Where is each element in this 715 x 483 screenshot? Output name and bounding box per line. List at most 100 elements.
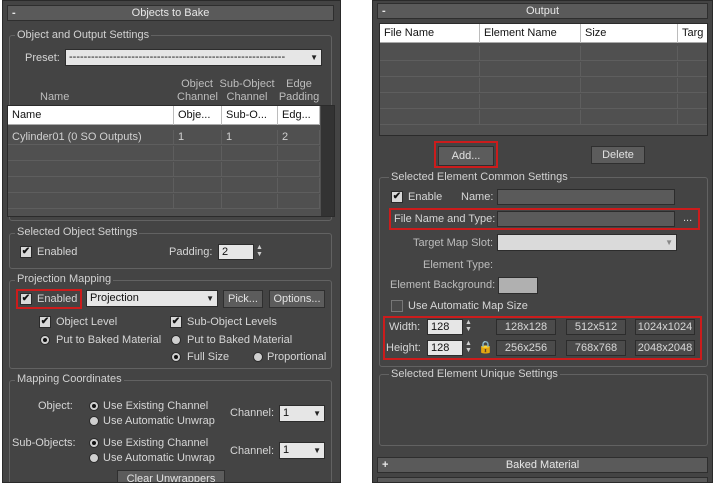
- header-file-name[interactable]: File Name: [380, 24, 480, 43]
- objects-list-header: Name Obje... Sub-O... Edg...: [8, 106, 320, 125]
- highlight-box: [434, 141, 498, 168]
- header-sub-object-channel[interactable]: Sub-O...: [222, 106, 278, 125]
- proportional-label: Proportional: [267, 351, 327, 363]
- header-name[interactable]: Name: [8, 106, 174, 125]
- element-type-label: Element Type:: [423, 259, 494, 271]
- cell-name: Cylinder01 (0 SO Outputs): [8, 130, 174, 145]
- padding-label: Padding:: [169, 246, 213, 258]
- sub-object-levels-label: Sub-Object Levels: [187, 316, 277, 328]
- target-map-slot-dropdown[interactable]: ▼: [497, 234, 677, 251]
- group-title: Selected Object Settings: [15, 226, 140, 238]
- use-existing-radio-2[interactable]: [89, 438, 99, 448]
- col-header-name: Name: [40, 91, 70, 103]
- group-title: Object and Output Settings: [15, 29, 152, 41]
- expand-icon[interactable]: +: [382, 458, 388, 472]
- collapse-icon[interactable]: -: [12, 6, 16, 20]
- output-panel: - Output File Name Element Name Size Tar…: [372, 0, 713, 483]
- enabled-checkbox[interactable]: ✔: [20, 246, 32, 258]
- sub-object-levels-checkbox[interactable]: ✔: [170, 316, 182, 328]
- highlight-box: [389, 208, 700, 230]
- clear-unwrappers-button[interactable]: Clear Unwrappers: [117, 470, 225, 482]
- use-auto-unwrap-radio-2[interactable]: [89, 453, 99, 463]
- table-row[interactable]: Cylinder01 (0 SO Outputs) 1 1 2: [8, 130, 320, 145]
- object-channel-dropdown[interactable]: 1 ▼: [279, 405, 325, 422]
- use-existing-label: Use Existing Channel: [103, 400, 209, 412]
- object-level-label: Object Level: [56, 316, 118, 328]
- header-object-channel[interactable]: Obje...: [174, 106, 222, 125]
- collapse-icon[interactable]: -: [382, 4, 386, 18]
- col-header-sub-object-channel: Sub-Object Channel: [219, 78, 275, 103]
- projection-value: Projection: [90, 292, 139, 304]
- use-auto-unwrap-radio[interactable]: [89, 416, 99, 426]
- spinner-arrows-icon[interactable]: ▲ ▼: [255, 244, 264, 260]
- table-row[interactable]: [8, 194, 320, 209]
- channel-value: 1: [283, 407, 290, 419]
- put-to-baked-label-2: Put to Baked Material: [187, 334, 293, 346]
- channel-label-2: Channel:: [230, 445, 275, 457]
- table-row[interactable]: [380, 110, 707, 125]
- baked-material-header[interactable]: + Baked Material: [377, 457, 708, 473]
- table-row[interactable]: [380, 78, 707, 93]
- pick-button[interactable]: Pick...: [223, 290, 263, 308]
- enable-checkbox[interactable]: ✔: [391, 191, 403, 203]
- auto-map-size-label: Use Automatic Map Size: [408, 300, 528, 312]
- options-button[interactable]: Options...: [269, 290, 325, 308]
- object-label: Object:: [38, 400, 73, 412]
- full-size-radio[interactable]: [171, 352, 181, 362]
- header-target[interactable]: Targ: [678, 24, 707, 43]
- name-field[interactable]: [497, 189, 675, 205]
- table-row[interactable]: [8, 146, 320, 161]
- header-element-name[interactable]: Element Name: [480, 24, 581, 43]
- group-title: Selected Element Unique Settings: [389, 368, 560, 380]
- use-existing-radio[interactable]: [89, 401, 99, 411]
- use-existing-label-2: Use Existing Channel: [103, 437, 209, 449]
- preset-value: ----------------------------------------…: [69, 51, 286, 63]
- table-row[interactable]: [380, 62, 707, 77]
- next-rollout-header[interactable]: [377, 477, 708, 482]
- channel-label: Channel:: [230, 407, 275, 419]
- background-color-swatch[interactable]: [498, 277, 538, 294]
- rollout-title: Baked Material: [505, 459, 580, 471]
- objects-list-scrollbar[interactable]: [321, 106, 334, 216]
- sub-object-channel-dropdown[interactable]: 1 ▼: [279, 442, 325, 459]
- preset-dropdown[interactable]: ----------------------------------------…: [65, 49, 322, 66]
- put-to-baked-radio[interactable]: [40, 335, 50, 345]
- highlight-box: [16, 289, 82, 309]
- group-title: Selected Element Common Settings: [389, 171, 570, 183]
- table-row[interactable]: [8, 178, 320, 193]
- enable-label: Enable: [408, 191, 443, 203]
- cell-edge-padding: 2: [278, 130, 320, 145]
- mapping-coordinates-group: [9, 380, 332, 482]
- use-auto-unwrap-label: Use Automatic Unwrap: [103, 415, 215, 427]
- header-edge-padding[interactable]: Edg...: [278, 106, 320, 125]
- put-to-baked-radio-2[interactable]: [171, 335, 181, 345]
- rollout-title: Objects to Bake: [131, 7, 210, 19]
- object-level-checkbox[interactable]: ✔: [39, 316, 51, 328]
- header-size[interactable]: Size: [581, 24, 678, 43]
- group-title: Projection Mapping: [15, 273, 114, 285]
- table-row[interactable]: [380, 46, 707, 61]
- table-row[interactable]: [380, 94, 707, 109]
- proportional-radio[interactable]: [253, 352, 263, 362]
- delete-button[interactable]: Delete: [591, 146, 645, 164]
- table-row[interactable]: [8, 162, 320, 177]
- preset-label: Preset:: [25, 52, 60, 64]
- objects-list[interactable]: Name Obje... Sub-O... Edg... Cylinder01 …: [7, 105, 335, 217]
- chevron-down-icon: ▼: [665, 238, 673, 247]
- output-list[interactable]: File Name Element Name Size Targ: [379, 23, 708, 136]
- cell-sub-object-channel: 1: [222, 130, 278, 145]
- full-size-label: Full Size: [187, 351, 230, 363]
- auto-map-size-checkbox[interactable]: [391, 300, 403, 312]
- col-header-object-channel: Object Channel: [177, 78, 218, 103]
- padding-spinner[interactable]: 2: [218, 244, 254, 260]
- enabled-label: Enabled: [37, 246, 78, 258]
- name-label: Name:: [461, 191, 494, 203]
- rollout-title: Output: [525, 5, 560, 17]
- sub-objects-label: Sub-Objects:: [12, 437, 76, 449]
- projection-dropdown[interactable]: Projection ▼: [86, 290, 218, 307]
- output-header[interactable]: - Output: [377, 3, 708, 19]
- unique-settings-group: [379, 374, 708, 446]
- put-to-baked-label: Put to Baked Material: [56, 334, 162, 346]
- objects-to-bake-header[interactable]: - Objects to Bake: [7, 5, 334, 21]
- chevron-down-icon: ▼: [313, 446, 321, 455]
